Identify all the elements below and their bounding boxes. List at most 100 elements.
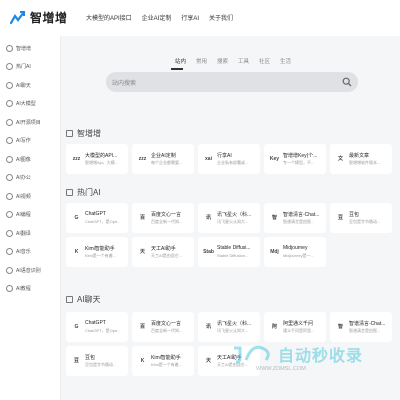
topnav-api[interactable]: 大模型的API接口 bbox=[86, 13, 132, 22]
sidebar-item[interactable]: 热门AI bbox=[6, 61, 31, 73]
tool-card[interactable]: 百百度文心一言 百度全新一代知... bbox=[132, 203, 194, 233]
sidebar-item-icon bbox=[6, 155, 13, 163]
tool-name: 企业AI定制 bbox=[151, 153, 176, 159]
tool-card[interactable]: 百百度文心一言 百度全新一代知... bbox=[132, 312, 194, 342]
tool-description: Midjourney是一... bbox=[283, 253, 314, 258]
sidebar-item[interactable]: AI视频 bbox=[6, 190, 31, 202]
tool-card[interactable]: 智智谱清言-Chat... 智谱清言是由智... bbox=[330, 312, 392, 342]
sidebar-item-icon bbox=[6, 81, 13, 89]
tool-name: 百度文心一言 bbox=[151, 212, 182, 218]
watermark-subtitle: WWW.ZDMSL.COM bbox=[256, 366, 306, 372]
sidebar-item[interactable]: AI聊天 bbox=[6, 79, 31, 91]
sidebar-item-label: AI视频 bbox=[16, 193, 31, 200]
tool-description: 百度全新一代知... bbox=[151, 219, 183, 224]
search-tab[interactable]: 社区 bbox=[254, 57, 275, 65]
tool-thumbnail: K bbox=[140, 357, 145, 364]
tool-thumbnail: 豆 bbox=[337, 215, 343, 221]
tool-thumbnail: 文 bbox=[337, 156, 343, 162]
topnav-about[interactable]: 关于我们 bbox=[209, 13, 233, 22]
search-tab[interactable]: 常用 bbox=[191, 57, 212, 65]
sidebar-item-label: AI大模型 bbox=[16, 101, 36, 107]
sidebar-item-label: AI写作 bbox=[16, 138, 31, 144]
tool-description: 智增增Api，大模... bbox=[85, 160, 119, 165]
sidebar-item[interactable]: AI开源项目 bbox=[6, 116, 41, 128]
sidebar-item-icon bbox=[6, 192, 13, 200]
tool-card[interactable]: Mdj Midjourney Midjourney是一... bbox=[264, 237, 326, 267]
sidebar-item-icon bbox=[6, 266, 13, 274]
tool-card[interactable]: xai 行享AI 企业私有部署或... bbox=[198, 144, 260, 174]
tool-thumbnail: 天 bbox=[205, 358, 211, 364]
watermark-title: 自动秒收录 bbox=[278, 348, 364, 365]
tool-card[interactable]: 阿阿里通义千问 通义千问是阿里... bbox=[264, 312, 326, 342]
top-bar: 智增增 大模型的API接口 企业AI定制 行享AI 关于我们 bbox=[0, 0, 400, 36]
sidebar-item[interactable]: AI翻译 bbox=[6, 227, 31, 239]
tool-card[interactable]: G ChatGPT ChatGPT，是Ope... bbox=[66, 312, 128, 342]
search-tab[interactable]: 工具 bbox=[233, 57, 254, 65]
tool-description: 专一个模型，不... bbox=[283, 160, 315, 165]
section-title-text: AI聊天 bbox=[77, 295, 101, 304]
sidebar-item[interactable]: AI图像 bbox=[6, 153, 31, 165]
tool-name: 智增增Key(个... bbox=[283, 153, 318, 159]
tool-card[interactable]: K Kimi智能助手 Kimi是一个有着... bbox=[66, 237, 128, 267]
tool-thumbnail: 讯 bbox=[205, 324, 211, 330]
tool-card[interactable]: 智智谱清言-Chat... 智谱清言是由智... bbox=[264, 203, 326, 233]
tool-description: 讯飞星火认知大... bbox=[217, 328, 249, 333]
tool-card[interactable]: Stab Stable Diffusi... Stable Diffusion... bbox=[198, 237, 260, 267]
tool-card[interactable]: 天天工AI助手 天工AI是由昆仑... bbox=[132, 237, 194, 267]
tool-thumbnail: 阿 bbox=[271, 324, 277, 330]
sidebar-item[interactable]: 智增增 bbox=[6, 42, 31, 54]
search-icon[interactable] bbox=[342, 77, 352, 87]
sidebar-item-label: AI图像 bbox=[16, 156, 31, 163]
tool-card[interactable]: zzz 大模型的API... 智增增Api，大模... bbox=[66, 144, 128, 174]
tool-name: Midjourney bbox=[283, 245, 308, 251]
search-input[interactable]: 站内搜索 bbox=[106, 72, 358, 92]
search-tab[interactable]: 搜索 bbox=[212, 57, 233, 65]
sidebar-item[interactable]: AI教程 bbox=[6, 283, 31, 295]
tool-card[interactable]: 讯讯飞星火（科... 讯飞星火认知大... bbox=[198, 312, 260, 342]
watermark-logo-icon bbox=[234, 345, 270, 364]
tool-name: 智谱清言-Chat... bbox=[349, 321, 386, 327]
sidebar-item[interactable]: AI写作 bbox=[6, 135, 31, 147]
sidebar-item[interactable]: AI音乐 bbox=[6, 246, 31, 258]
tool-name: 天工AI助手 bbox=[151, 246, 176, 252]
tool-name: 讯飞星火（科... bbox=[217, 321, 252, 327]
tool-thumbnail: Key bbox=[269, 155, 280, 162]
brand-logo[interactable]: 智增增 bbox=[10, 9, 68, 26]
tool-card[interactable]: G ChatGPT ChatGPT，是Ope... bbox=[66, 203, 128, 233]
sidebar-item[interactable]: AI大模型 bbox=[6, 98, 36, 110]
brand-name: 智增增 bbox=[30, 11, 68, 25]
topnav-xingxiang[interactable]: 行享AI bbox=[181, 13, 199, 22]
tool-name: 豆包 bbox=[349, 212, 360, 218]
sidebar-item[interactable]: AI语音识别 bbox=[6, 264, 41, 276]
watermark: 自动秒收录 WWW.ZDMSL.COM bbox=[232, 340, 382, 376]
tool-thumbnail: zzz bbox=[138, 155, 147, 162]
sidebar-item-icon bbox=[6, 100, 13, 107]
tool-thumbnail: xai bbox=[205, 155, 212, 162]
tool-card[interactable]: zzz 企业AI定制 每个企业都需要... bbox=[132, 144, 194, 174]
tool-name: ChatGPT bbox=[85, 211, 106, 217]
tool-card[interactable]: Key 智增增Key(个... 专一个模型，不... bbox=[264, 144, 326, 174]
tool-card[interactable]: 文最新文章 智增增软件版本... bbox=[330, 144, 392, 174]
search-placeholder: 站内搜索 bbox=[112, 81, 137, 87]
sidebar-item-icon bbox=[6, 248, 13, 255]
search-tab[interactable]: 生活 bbox=[275, 57, 296, 65]
tool-thumbnail: 天 bbox=[139, 249, 145, 255]
tool-name: 豆包 bbox=[85, 355, 96, 361]
tool-description: 每个企业都需要... bbox=[151, 160, 183, 165]
search-tab[interactable]: 站内 bbox=[170, 57, 191, 65]
sidebar-item[interactable]: AI办公 bbox=[6, 172, 31, 184]
tool-thumbnail: 百 bbox=[139, 324, 145, 330]
tool-description: 通义千问是阿里... bbox=[283, 328, 315, 333]
tool-thumbnail: 智 bbox=[271, 215, 277, 221]
tool-card[interactable]: K Kimi智能助手 Kimi是一个有着... bbox=[132, 346, 194, 376]
tool-description: ChatGPT，是Ope... bbox=[85, 328, 121, 333]
tool-card[interactable]: 豆豆包 豆包是字节跳动... bbox=[66, 346, 128, 376]
sidebar-item[interactable]: AI编程 bbox=[6, 209, 31, 221]
topnav-enterprise[interactable]: 企业AI定制 bbox=[142, 13, 172, 22]
tool-card[interactable]: 讯讯飞星火（科... 讯飞星火认知大... bbox=[198, 203, 260, 233]
tool-thumbnail: G bbox=[74, 323, 79, 330]
tool-name: Stable Diffusi... bbox=[217, 245, 251, 251]
tool-card[interactable]: 豆豆包 豆包是字节跳动... bbox=[330, 203, 392, 233]
tool-name: 智谱清言-Chat... bbox=[283, 212, 320, 218]
sidebar-item-label: 热门AI bbox=[16, 64, 31, 70]
